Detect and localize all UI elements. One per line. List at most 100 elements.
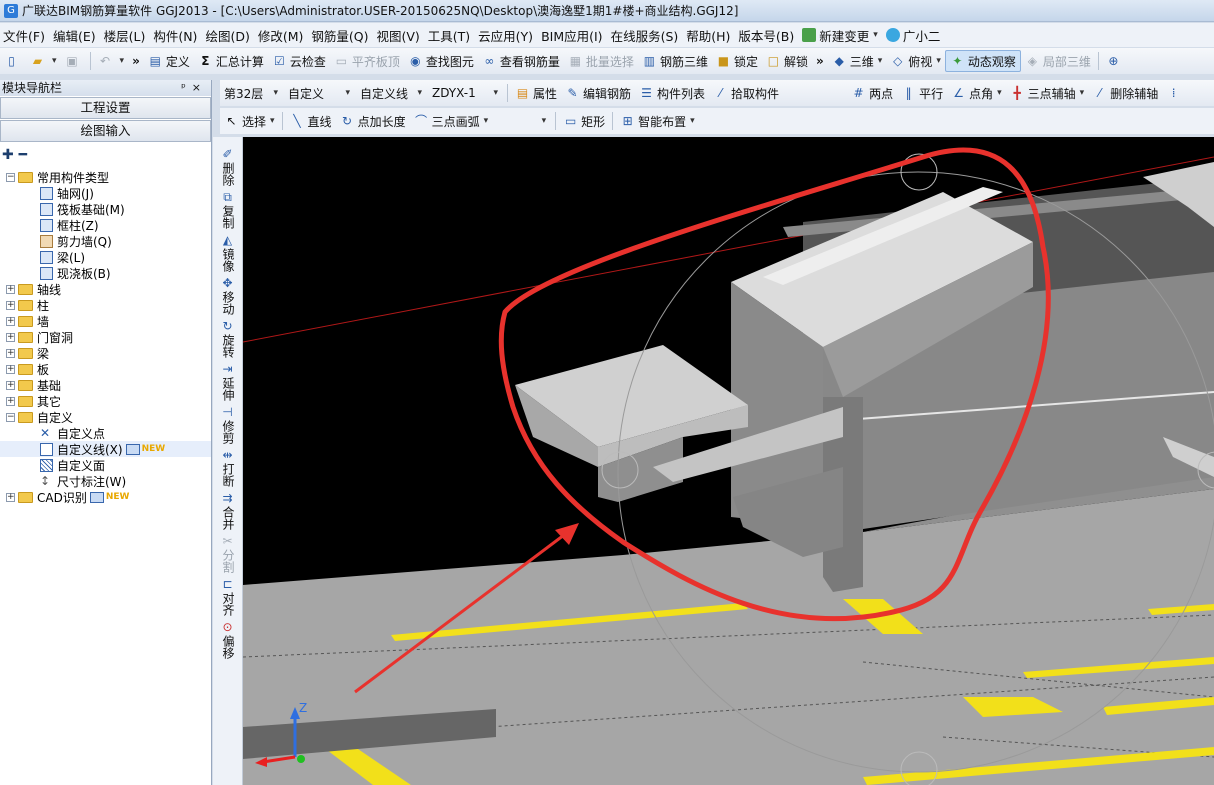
tree-folder-wall[interactable]: + 墙 bbox=[0, 313, 211, 329]
tree-common[interactable]: − 常用构件类型 bbox=[0, 169, 211, 185]
top-view-button[interactable]: ◇ 俯视 ▾ bbox=[886, 50, 945, 72]
delete-button[interactable]: ✐ 删除 bbox=[213, 147, 242, 186]
rotate-button[interactable]: ↻ 旋转 bbox=[213, 319, 242, 358]
cloud-check-button[interactable]: ☑ 云检查 bbox=[268, 50, 330, 72]
view-rebar-button[interactable]: ∞ 查看钢筋量 bbox=[478, 50, 564, 72]
mirror-icon: ◭ bbox=[222, 233, 233, 247]
open-file-button[interactable]: ▰ ▾ bbox=[26, 50, 61, 72]
batch-select-button[interactable]: ▦ 批量选择 bbox=[564, 50, 638, 72]
align-button[interactable]: ⊏ 对齐 bbox=[213, 577, 242, 616]
smart-layout-button[interactable]: ⊞ 智能布置 ▾ bbox=[616, 110, 699, 132]
subtype-select[interactable]: 自定义线 ▾ bbox=[356, 83, 426, 103]
sum-calc-button[interactable]: Σ 汇总计算 bbox=[194, 50, 268, 72]
component-list-button[interactable]: ☰ 构件列表 bbox=[635, 82, 709, 104]
tree-dimension[interactable]: ↕ 尺寸标注(W) bbox=[0, 473, 211, 489]
menu-rebar[interactable]: 钢筋量(Q) bbox=[308, 26, 373, 45]
pin-icon[interactable]: ᵖ× bbox=[181, 80, 207, 96]
tree-custom-face[interactable]: 自定义面 bbox=[0, 457, 211, 473]
two-point-icon: # bbox=[853, 85, 864, 100]
lock-button[interactable]: ■ 锁定 bbox=[712, 50, 762, 72]
tree-shear-wall[interactable]: 剪力墙(Q) bbox=[0, 233, 211, 249]
point-angle-button[interactable]: ∠ 点角 ▾ bbox=[947, 82, 1006, 104]
tree-folder-cad[interactable]: + CAD识别 NEW bbox=[0, 489, 211, 505]
break-button[interactable]: ⇹ 打断 bbox=[213, 448, 242, 487]
collapse-all-icon[interactable]: ━ bbox=[19, 147, 27, 163]
edit-rebar-button[interactable]: ✎ 编辑钢筋 bbox=[561, 82, 635, 104]
expand-collapse-controls[interactable]: ✚ ━ bbox=[0, 143, 211, 167]
tree-folder-column[interactable]: + 柱 bbox=[0, 297, 211, 313]
pick-component-button[interactable]: ⁄ 拾取构件 bbox=[709, 82, 783, 104]
menu-help[interactable]: 帮助(H) bbox=[683, 26, 735, 45]
offset-button[interactable]: ⊙ 偏移 bbox=[213, 620, 242, 659]
project-settings-button[interactable]: 工程设置 bbox=[0, 97, 211, 119]
menu-component[interactable]: 构件(N) bbox=[150, 26, 202, 45]
properties-button[interactable]: ▤ 属性 bbox=[511, 82, 561, 104]
tree-folder-openings[interactable]: + 门窗洞 bbox=[0, 329, 211, 345]
type-select[interactable]: 自定义 ▾ bbox=[284, 83, 354, 103]
menu-floor[interactable]: 楼层(L) bbox=[101, 26, 151, 45]
view-3d-button[interactable]: ◆ 三维 ▾ bbox=[828, 50, 887, 72]
parallel-button[interactable]: ‖ 平行 bbox=[897, 82, 947, 104]
tree-custom-point[interactable]: ✕ 自定义点 bbox=[0, 425, 211, 441]
3d-viewport[interactable]: Z bbox=[243, 137, 1214, 785]
merge-button[interactable]: ⇉ 合并 bbox=[213, 491, 242, 530]
split-button[interactable]: ✂ 分割 bbox=[213, 534, 242, 573]
menu-online[interactable]: 在线服务(S) bbox=[608, 26, 684, 45]
copy-button[interactable]: ⧉ 复制 bbox=[213, 190, 242, 229]
item-select[interactable]: ZDYX-1 ▾ bbox=[428, 83, 502, 103]
unlock-button[interactable]: □ 解锁 bbox=[762, 50, 812, 72]
tree-folder-axis[interactable]: + 轴线 bbox=[0, 281, 211, 297]
rectangle-button[interactable]: ▭ 矩形 bbox=[559, 110, 609, 132]
menu-draw[interactable]: 绘图(D) bbox=[202, 26, 254, 45]
tree-folder-slab[interactable]: + 板 bbox=[0, 361, 211, 377]
move-button[interactable]: ✥ 移动 bbox=[213, 276, 242, 315]
align-top-button[interactable]: ▭ 平齐板顶 bbox=[330, 50, 404, 72]
three-point-arc-button[interactable]: ⌒ 三点画弧 ▾ bbox=[410, 110, 493, 132]
select-button[interactable]: ↖ 选择 ▾ bbox=[220, 110, 279, 132]
menu-bim[interactable]: BIM应用(I) bbox=[538, 26, 608, 45]
point-length-button[interactable]: ↻ 点加长度 bbox=[336, 110, 410, 132]
tree-raft-foundation[interactable]: 筏板基础(M) bbox=[0, 201, 211, 217]
local-3d-button[interactable]: ◈ 局部三维 bbox=[1021, 50, 1095, 72]
line-button[interactable]: ╲ 直线 bbox=[286, 110, 336, 132]
drawing-input-button[interactable]: 绘图输入 bbox=[0, 120, 211, 142]
two-point-button[interactable]: # 两点 bbox=[847, 82, 897, 104]
menu-file[interactable]: 文件(F) bbox=[0, 26, 50, 45]
three-point-aux-button[interactable]: ╋ 三点辅轴 ▾ bbox=[1006, 82, 1089, 104]
tree-custom-line[interactable]: 自定义线(X) NEW bbox=[0, 441, 211, 457]
tree-folder-beam[interactable]: + 梁 bbox=[0, 345, 211, 361]
toolbar-overflow[interactable]: » bbox=[128, 50, 144, 72]
save-button[interactable]: ▣ bbox=[61, 50, 87, 72]
new-file-button[interactable]: ▯ bbox=[0, 50, 26, 72]
delete-aux-button[interactable]: ⁄ 删除辅轴 bbox=[1088, 82, 1162, 104]
new-change-menu[interactable]: 新建变更 ▾ bbox=[799, 26, 883, 45]
find-element-button[interactable]: ◉ 查找图元 bbox=[404, 50, 478, 72]
define-button[interactable]: ▤ 定义 bbox=[144, 50, 194, 72]
zoom-button[interactable]: ⊕ bbox=[1102, 50, 1128, 72]
tree-axis-grid[interactable]: 轴网(J) bbox=[0, 185, 211, 201]
tree-cast-slab[interactable]: 现浇板(B) bbox=[0, 265, 211, 281]
menu-version[interactable]: 版本号(B) bbox=[735, 26, 799, 45]
menu-tools[interactable]: 工具(T) bbox=[425, 26, 475, 45]
mirror-button[interactable]: ◭ 镜像 bbox=[213, 233, 242, 272]
trim-button[interactable]: ⊣ 修剪 bbox=[213, 405, 242, 444]
menu-view[interactable]: 视图(V) bbox=[373, 26, 424, 45]
floor-select[interactable]: 第32层 ▾ bbox=[220, 83, 282, 103]
tree-beam[interactable]: 梁(L) bbox=[0, 249, 211, 265]
rebar-3d-button[interactable]: ▥ 钢筋三维 bbox=[638, 50, 712, 72]
orbit-button[interactable]: ✦ 动态观察 bbox=[944, 50, 1021, 72]
tree-frame-column[interactable]: 框柱(Z) bbox=[0, 217, 211, 233]
tree-folder-other[interactable]: + 其它 bbox=[0, 393, 211, 409]
menu-modify[interactable]: 修改(M) bbox=[255, 26, 309, 45]
tree-folder-custom[interactable]: − 自定义 bbox=[0, 409, 211, 425]
toolbar-overflow-2[interactable]: » bbox=[812, 50, 828, 72]
tree-folder-foundation[interactable]: + 基础 bbox=[0, 377, 211, 393]
menu-cloud[interactable]: 云应用(Y) bbox=[475, 26, 538, 45]
undo-button[interactable]: ↶ ▾ bbox=[94, 50, 129, 72]
expand-all-icon[interactable]: ✚ bbox=[2, 147, 14, 163]
assistant-menu[interactable]: 广小二 bbox=[883, 26, 946, 45]
arc-option-select[interactable]: ▾ bbox=[492, 111, 550, 131]
more-aux-button[interactable]: ⁞ bbox=[1162, 82, 1188, 104]
extend-button[interactable]: ⇥ 延伸 bbox=[213, 362, 242, 401]
menu-edit[interactable]: 编辑(E) bbox=[50, 26, 101, 45]
